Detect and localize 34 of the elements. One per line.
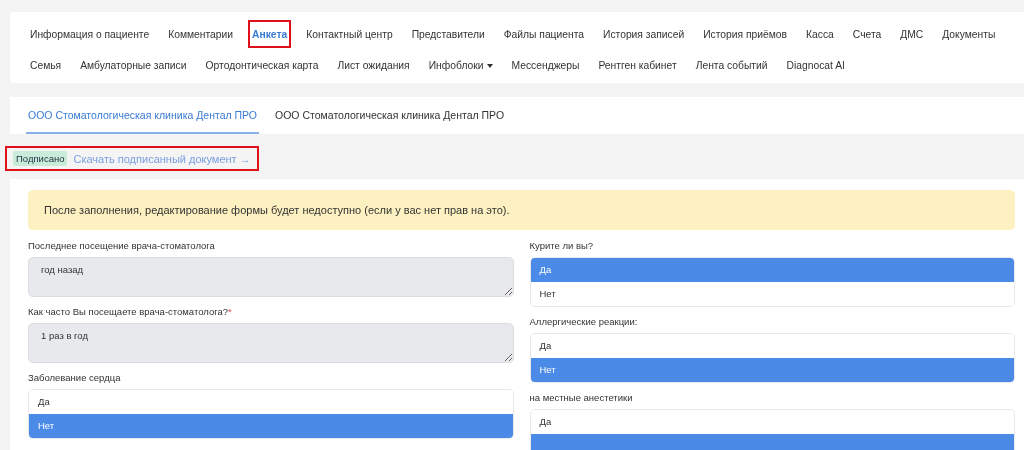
nav-tab[interactable]: Счета — [848, 20, 886, 48]
nav-tab[interactable]: ДМС — [896, 20, 928, 48]
nav-tab[interactable]: Документы — [938, 20, 1000, 48]
clinic-tab[interactable]: ООО Стоматологическая клиника Дентал ПРО — [26, 97, 260, 134]
warning-alert: После заполнения, редактирование формы будет недоступно (если у вас нет прав на это). — [28, 190, 1015, 230]
field-label: Как часто Вы посещаете врача-стоматолога?* — [28, 306, 233, 317]
nav-tab[interactable]: Информация о пациенте — [26, 20, 154, 48]
field-label: Заболевание сердца — [28, 372, 122, 383]
clinic-tab[interactable]: ООО Стоматологическая клиника Дентал ПРО — [273, 97, 507, 134]
nav-tab[interactable]: Лента событий — [691, 51, 772, 79]
nav-tab[interactable]: Лист ожидания — [333, 51, 414, 79]
nav-tab[interactable]: Анкета — [248, 20, 292, 48]
nav-tab[interactable]: Инфоблоки — [424, 51, 497, 79]
nav-tab[interactable]: Рентген кабинет — [594, 51, 681, 79]
field-label: Последнее посещение врача-стоматолога — [28, 240, 216, 251]
nav-tab[interactable]: Семья — [26, 51, 66, 79]
nav-tab[interactable]: Представители — [407, 20, 489, 48]
nav-tab[interactable]: Файлы пациента — [499, 20, 588, 48]
nav-tab[interactable]: Комментарии — [164, 20, 238, 48]
nav-tab[interactable]: Амбулаторные записи — [76, 51, 191, 79]
text-area[interactable]: год назад — [28, 257, 514, 297]
text-area[interactable]: 1 раз в год — [28, 323, 514, 363]
nav-tab[interactable]: История приёмов — [699, 20, 792, 48]
signed-badge: Подписано — [13, 151, 68, 166]
field-label: Аллергические реакции: — [529, 316, 639, 327]
nav-tab[interactable]: Diagnocat AI — [782, 51, 849, 79]
nav-tab[interactable]: Мессенджеры — [507, 51, 584, 79]
nav-tab[interactable]: Касса — [802, 20, 838, 48]
nav-tab[interactable]: История записей — [599, 20, 689, 48]
required-mark: * — [228, 306, 232, 317]
nav-tab[interactable]: Ортодонтическая карта — [201, 51, 323, 79]
field-label: Курите ли вы? — [529, 240, 595, 251]
field-label: на местные анестетики — [529, 392, 634, 403]
nav-tab[interactable]: Контактный центр — [302, 20, 397, 48]
